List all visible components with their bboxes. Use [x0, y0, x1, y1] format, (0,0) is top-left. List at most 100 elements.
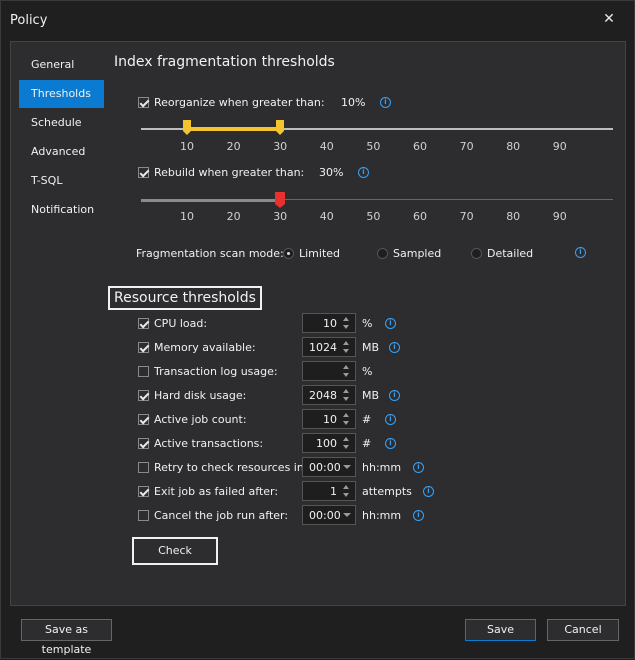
resource-row-spinner[interactable]: 2048 [302, 385, 356, 405]
slider-tick-label: 70 [459, 140, 474, 153]
resource-row-label: Hard disk usage: [154, 389, 247, 402]
resource-row-unit: % [362, 365, 373, 378]
check-button[interactable]: Check [132, 537, 218, 565]
resource-row-label: Cancel the job run after: [154, 509, 289, 522]
slider-tick-label: 80 [506, 210, 521, 223]
resource-row-value: 2048 [309, 389, 337, 402]
slider-tick-label: 40 [319, 210, 334, 223]
resource-row-checkbox[interactable] [138, 390, 149, 401]
slider-tick-label: 70 [459, 210, 474, 223]
resource-row-label: Active job count: [154, 413, 247, 426]
resource-row-checkbox[interactable] [138, 342, 149, 353]
resource-row-value: 00:00 [309, 509, 341, 522]
reorganize-slider-range [187, 127, 281, 131]
reorganize-checkbox[interactable] [138, 97, 149, 108]
rebuild-slider-red-track [285, 199, 613, 200]
resource-row-unit: MB [362, 341, 380, 354]
resource-row-spinner[interactable]: 100 [302, 433, 356, 453]
resource-row-info-icon[interactable]: i [413, 462, 424, 473]
spinner-arrows-icon[interactable] [343, 484, 352, 498]
resource-row-checkbox[interactable] [138, 366, 149, 377]
reorganize-info-icon[interactable]: i [380, 97, 391, 108]
chevron-down-icon[interactable] [343, 513, 351, 517]
nav-item-schedule[interactable]: Schedule [19, 109, 104, 137]
resource-row-spinner[interactable]: 1024 [302, 337, 356, 357]
resource-row-label: Memory available: [154, 341, 256, 354]
slider-tick-label: 50 [366, 210, 381, 223]
spinner-arrows-icon[interactable] [343, 364, 352, 378]
scan-mode-info-icon[interactable]: i [575, 247, 586, 258]
scan-mode-detailed-radio[interactable] [471, 248, 482, 259]
rebuild-slider-thumb[interactable] [275, 192, 286, 209]
save-as-template-button[interactable]: Save as template [21, 619, 112, 656]
cancel-button[interactable]: Cancel [547, 619, 619, 641]
resource-row-checkbox[interactable] [138, 462, 149, 473]
resource-row-spinner[interactable]: 10 [302, 313, 356, 333]
spinner-arrows-icon[interactable] [343, 436, 352, 450]
nav-item-tsql[interactable]: T-SQL [19, 167, 104, 195]
resource-row-value: 10 [323, 317, 337, 330]
close-icon[interactable]: ✕ [601, 11, 617, 27]
resource-row-label: Active transactions: [154, 437, 264, 450]
spinner-arrows-icon[interactable] [343, 388, 352, 402]
rebuild-slider-track[interactable] [141, 199, 276, 202]
slider-tick-label: 90 [552, 140, 567, 153]
nav-item-notification[interactable]: Notification [19, 196, 104, 224]
slider-tick-label: 30 [273, 140, 288, 153]
slider-tick-label: 40 [319, 140, 334, 153]
resource-section-title: Resource thresholds [108, 286, 262, 310]
resource-row-unit: hh:mm [362, 509, 402, 522]
scan-mode-limited-label: Limited [299, 247, 341, 260]
resource-row-label: Exit job as failed after: [154, 485, 279, 498]
resource-row-checkbox[interactable] [138, 486, 149, 497]
resource-row-value: 1 [330, 485, 337, 498]
rebuild-label: Rebuild when greater than: [154, 166, 305, 179]
resource-row-info-icon[interactable]: i [385, 318, 396, 329]
spinner-arrows-icon[interactable] [343, 316, 352, 330]
resource-row-value: 1024 [309, 341, 337, 354]
resource-row-info-icon[interactable]: i [385, 438, 396, 449]
resource-row-info-icon[interactable]: i [423, 486, 434, 497]
resource-row-info-icon[interactable]: i [413, 510, 424, 521]
spinner-arrows-icon[interactable] [343, 340, 352, 354]
slider-tick-label: 50 [366, 140, 381, 153]
scan-mode-limited-radio[interactable] [283, 248, 294, 259]
resource-row-checkbox[interactable] [138, 318, 149, 329]
save-button[interactable]: Save [465, 619, 536, 641]
scan-mode-sampled-radio[interactable] [377, 248, 388, 259]
slider-tick-label: 60 [413, 210, 427, 223]
resource-row-unit: MB [362, 389, 380, 402]
window-title: Policy [10, 13, 48, 28]
resource-row-unit: # [362, 413, 372, 426]
resource-row-value: 00:00 [309, 461, 341, 474]
resource-row-info-icon[interactable]: i [389, 390, 400, 401]
resource-row-time-dropdown[interactable]: 00:00 [302, 505, 356, 525]
rebuild-info-icon[interactable]: i [358, 167, 369, 178]
resource-row-spinner[interactable] [302, 361, 356, 381]
slider-tick-label: 10 [180, 140, 194, 153]
resource-row-info-icon[interactable]: i [389, 342, 400, 353]
resource-row-spinner[interactable]: 10 [302, 409, 356, 429]
resource-row-checkbox[interactable] [138, 414, 149, 425]
slider-tick-label: 90 [552, 210, 567, 223]
resource-row-info-icon[interactable]: i [385, 414, 396, 425]
resource-row-unit: % [362, 317, 373, 330]
reorganize-slider-low-thumb[interactable] [183, 120, 191, 136]
policy-window: Policy ✕ General Thresholds Schedule Adv… [0, 0, 635, 659]
nav-item-general[interactable]: General [19, 51, 104, 79]
slider-tick-label: 20 [226, 140, 241, 153]
scan-mode-detailed-label: Detailed [487, 247, 534, 260]
resource-row-value: 100 [316, 437, 337, 450]
resource-row-unit: attempts [362, 485, 412, 498]
resource-row-spinner[interactable]: 1 [302, 481, 356, 501]
slider-tick-label: 80 [506, 140, 521, 153]
resource-row-checkbox[interactable] [138, 438, 149, 449]
rebuild-checkbox[interactable] [138, 167, 149, 178]
nav-item-thresholds[interactable]: Thresholds [19, 80, 104, 108]
resource-row-checkbox[interactable] [138, 510, 149, 521]
nav-item-advanced[interactable]: Advanced [19, 138, 104, 166]
reorganize-slider-high-thumb[interactable] [276, 120, 285, 136]
resource-row-time-dropdown[interactable]: 00:00 [302, 457, 356, 477]
spinner-arrows-icon[interactable] [343, 412, 352, 426]
chevron-down-icon[interactable] [343, 465, 351, 469]
